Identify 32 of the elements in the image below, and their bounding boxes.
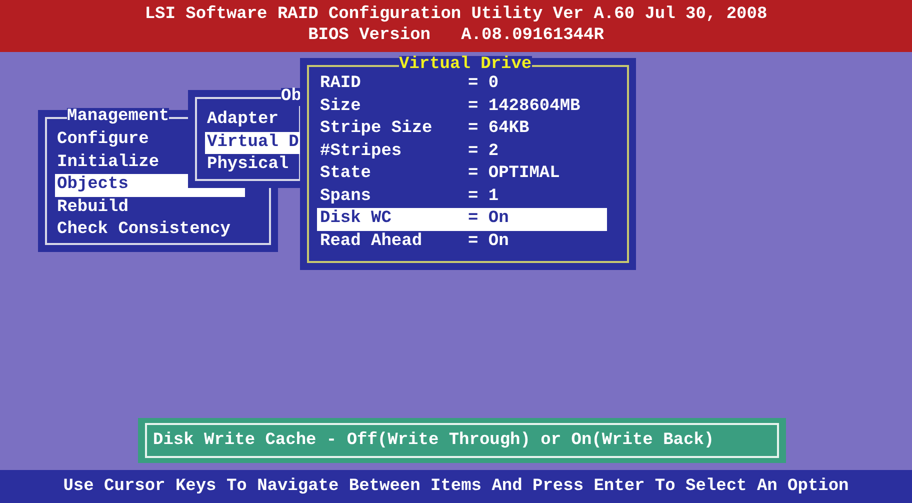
property-label: Spans	[320, 186, 372, 208]
app-title: LSI Software RAID Configuration Utility Ver A.60 Jul 30, 2008	[144, 4, 768, 25]
menu-item[interactable]: Check Consistency	[55, 219, 245, 242]
property-row[interactable]: Stripe Size = 64KB	[317, 118, 607, 140]
property-value: = 64KB	[468, 118, 530, 140]
property-label: Stripe Size	[320, 118, 434, 140]
property-value: = 0	[468, 73, 500, 95]
property-label: Read Ahead	[320, 230, 424, 252]
property-row[interactable]: Spans = 1	[317, 186, 607, 208]
property-label: RAID	[320, 73, 362, 95]
property-label: Disk WC	[320, 208, 392, 230]
bios-version: BIOS Version A.08.09161344R	[308, 25, 604, 46]
property-row[interactable]: Size = 1428604MB	[317, 96, 607, 118]
property-value: = On	[468, 208, 510, 230]
menu-item[interactable]: Rebuild	[55, 196, 245, 219]
property-row[interactable]: RAID = 0	[317, 73, 607, 96]
property-row[interactable]: State = OPTIMAL	[317, 163, 607, 186]
menu-title: Ob	[281, 88, 302, 106]
menu-title: Management	[67, 108, 170, 126]
property-value: = 1428604MB	[468, 96, 582, 118]
property-value: = OPTIMAL	[468, 163, 561, 185]
property-label: State	[320, 163, 372, 185]
property-label: #Stripes	[320, 140, 403, 162]
property-label: Size	[320, 96, 362, 118]
status-bar: Use Cursor Keys To Navigate Between Items And Press Enter To Select An Option	[0, 470, 912, 503]
help-text: Disk Write Cache - Off(Write Through) or On(Write Back)	[145, 423, 779, 458]
property-value: = 2	[468, 140, 500, 162]
property-row[interactable]: Disk WC = On	[317, 208, 607, 230]
property-row[interactable]: Read Ahead = On	[317, 230, 607, 253]
property-value: = 1	[468, 186, 500, 208]
property-value: = On	[468, 230, 510, 252]
property-row[interactable]: #Stripes = 2	[317, 140, 607, 163]
